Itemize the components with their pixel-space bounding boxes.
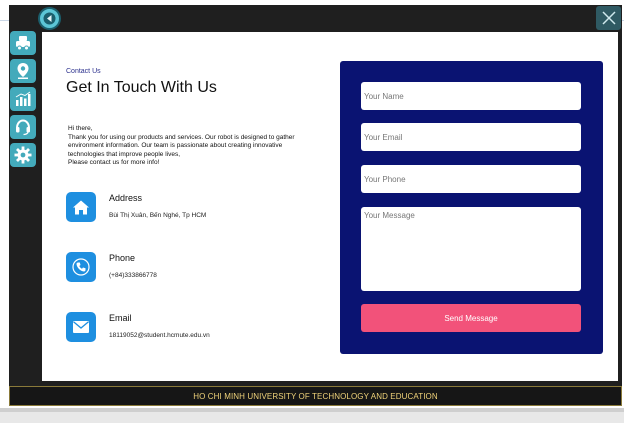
name-input[interactable]	[361, 82, 581, 110]
back-arrow-icon	[43, 12, 56, 25]
footer-text: HO CHI MINH UNIVERSITY OF TECHNOLOGY AND…	[193, 391, 438, 401]
message-input[interactable]	[361, 207, 581, 291]
intro-cta: Please contact us for more info!	[68, 159, 160, 166]
send-message-button[interactable]: Send Message	[361, 304, 581, 332]
email-block: Email 18119052@student.hcmute.edu.vn	[66, 312, 326, 346]
address-icon-box	[66, 192, 96, 222]
map-pin-icon	[17, 63, 29, 79]
bar-chart-icon	[15, 91, 31, 106]
phone-icon	[72, 258, 90, 276]
headset-icon	[16, 119, 30, 136]
phone-icon-box	[66, 252, 96, 282]
sidebar-item-support[interactable]	[10, 115, 36, 139]
section-eyebrow: Contact Us	[66, 68, 101, 75]
robot-car-icon	[16, 36, 30, 51]
mail-icon	[73, 321, 89, 333]
intro-text: Hi there, Thank you for using our produc…	[68, 125, 318, 168]
sidebar	[10, 31, 38, 171]
contact-page: Contact Us Get In Touch With Us Hi there…	[42, 32, 618, 381]
phone-block: Phone (+84)333866778	[66, 252, 326, 286]
bottom-scroll-track	[0, 408, 624, 412]
contact-info-section: Contact Us Get In Touch With Us Hi there…	[42, 32, 332, 381]
intro-greeting: Hi there,	[68, 125, 93, 132]
gear-icon	[14, 146, 32, 164]
intro-body: Thank you for using our products and ser…	[68, 133, 295, 158]
home-icon	[73, 200, 89, 214]
phone-value: (+84)333866778	[109, 272, 157, 279]
sidebar-item-vehicle[interactable]	[10, 31, 36, 55]
email-icon-box	[66, 312, 96, 342]
address-title: Address	[109, 193, 143, 203]
sidebar-item-settings[interactable]	[10, 143, 36, 167]
page-title: Get In Touch With Us	[66, 79, 217, 96]
app-window: Contact Us Get In Touch With Us Hi there…	[0, 0, 624, 423]
address-value: Bùi Thị Xuân, Bến Nghé, Tp HCM	[109, 212, 207, 219]
email-value: 18119052@student.hcmute.edu.vn	[109, 332, 210, 339]
phone-input[interactable]	[361, 165, 581, 193]
phone-title: Phone	[109, 253, 136, 263]
bottom-strip	[0, 408, 624, 423]
footer-bar: HO CHI MINH UNIVERSITY OF TECHNOLOGY AND…	[9, 386, 622, 406]
address-block: Address Bùi Thị Xuân, Bến Nghé, Tp HCM	[66, 192, 326, 226]
email-input[interactable]	[361, 123, 581, 151]
contact-form: Send Message	[340, 61, 603, 354]
close-icon	[601, 11, 616, 25]
email-title: Email	[109, 313, 132, 323]
back-button[interactable]	[38, 7, 61, 30]
sidebar-item-location[interactable]	[10, 59, 36, 83]
close-button[interactable]	[596, 6, 621, 30]
sidebar-item-charts[interactable]	[10, 87, 36, 111]
